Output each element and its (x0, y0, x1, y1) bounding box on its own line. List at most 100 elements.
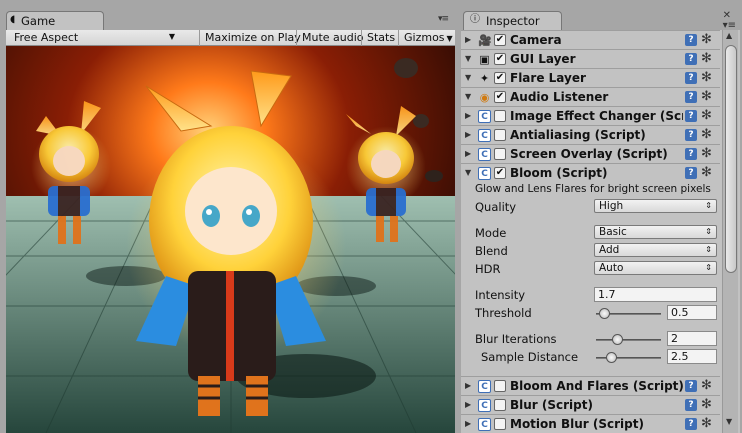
maximize-on-play-button[interactable]: Maximize on Play (199, 30, 301, 46)
audio-listener-icon: ◉ (479, 91, 490, 104)
inspector-body: ▶ 🎥 ✔ Camera ? ✻ ▼ ▣ ✔ GUI Layer ? ✻ ▼ ✦… (461, 30, 740, 433)
flare-layer-icon: ✦ (479, 72, 490, 85)
component-row-bloom[interactable]: ▼ C ✔ Bloom (Script) ? ✻ (461, 163, 720, 182)
dropdown-arrow-icon: ⇕ (705, 245, 712, 254)
component-row-screen-overlay[interactable]: ▶ C Screen Overlay (Script) ? ✻ (461, 144, 720, 163)
threshold-slider-thumb[interactable] (599, 308, 610, 319)
blur-iterations-slider-track[interactable] (596, 339, 661, 341)
game-tab-strip: ◖ Game ▾≡ (0, 0, 459, 30)
enabled-checkbox[interactable]: ✔ (494, 167, 506, 179)
component-name: Image Effect Changer (Scri (510, 109, 683, 123)
foldout-down-icon[interactable]: ▼ (465, 92, 471, 101)
inspector-scrollbar[interactable]: ▲ ▼ (722, 30, 738, 433)
enabled-checkbox[interactable]: ✔ (494, 53, 506, 65)
enabled-checkbox[interactable] (494, 129, 506, 141)
intensity-field[interactable]: 1.7 (594, 287, 717, 302)
inspector-tab-label: Inspector (486, 14, 540, 28)
enabled-checkbox[interactable] (494, 399, 506, 411)
panel-menu-icon[interactable]: ▾≡ (438, 14, 449, 24)
mode-label: Mode (475, 226, 507, 240)
gear-icon[interactable]: ✻ (701, 127, 712, 142)
enabled-checkbox[interactable]: ✔ (494, 34, 506, 46)
help-icon[interactable]: ? (685, 72, 697, 84)
component-row-bloom-and-flares[interactable]: ▶ C Bloom And Flares (Script) ? ✻ (461, 376, 720, 395)
gear-icon[interactable]: ✻ (701, 108, 712, 123)
sample-distance-field[interactable]: 2.5 (667, 349, 717, 364)
threshold-field[interactable]: 0.5 (667, 305, 717, 320)
component-row-camera[interactable]: ▶ 🎥 ✔ Camera ? ✻ (461, 30, 720, 49)
foldout-right-icon[interactable]: ▶ (465, 419, 471, 428)
enabled-checkbox[interactable]: ✔ (494, 91, 506, 103)
mute-audio-button[interactable]: Mute audio (296, 30, 364, 46)
mode-value: Basic (599, 226, 627, 238)
help-icon[interactable]: ? (685, 167, 697, 179)
enabled-checkbox[interactable] (494, 148, 506, 160)
gizmos-button[interactable]: Gizmos ▼ (398, 30, 455, 46)
game-scene (6, 46, 455, 433)
foldout-right-icon[interactable]: ▶ (465, 35, 471, 44)
gear-icon[interactable]: ✻ (701, 32, 712, 47)
component-name: Antialiasing (Script) (510, 128, 646, 142)
help-icon[interactable]: ? (685, 53, 697, 65)
help-icon[interactable]: ? (685, 418, 697, 430)
sample-distance-slider-thumb[interactable] (606, 352, 617, 363)
foldout-down-icon[interactable]: ▼ (465, 168, 471, 177)
help-icon[interactable]: ? (685, 399, 697, 411)
gear-icon[interactable]: ✻ (701, 397, 712, 412)
hdr-dropdown[interactable]: Auto ⇕ (594, 261, 717, 275)
dropdown-arrow-icon: ⇕ (705, 227, 712, 236)
blend-dropdown[interactable]: Add ⇕ (594, 243, 717, 257)
gear-icon[interactable]: ✻ (701, 70, 712, 85)
inspector-tab[interactable]: ⓘ Inspector (463, 11, 562, 30)
component-row-image-effect-changer[interactable]: ▶ C Image Effect Changer (Scri ? ✻ (461, 106, 720, 125)
blur-iterations-field[interactable]: 2 (667, 331, 717, 346)
foldout-right-icon[interactable]: ▶ (465, 149, 471, 158)
help-icon[interactable]: ? (685, 34, 697, 46)
component-row-flare-layer[interactable]: ▼ ✦ ✔ Flare Layer ? ✻ (461, 68, 720, 87)
enabled-checkbox[interactable] (494, 110, 506, 122)
component-row-audio-listener[interactable]: ▼ ◉ ✔ Audio Listener ? ✻ (461, 87, 720, 106)
component-row-blur[interactable]: ▶ C Blur (Script) ? ✻ (461, 395, 720, 414)
gear-icon[interactable]: ✻ (701, 378, 712, 393)
scroll-down-icon[interactable]: ▼ (726, 417, 732, 426)
enabled-checkbox[interactable] (494, 418, 506, 430)
help-icon[interactable]: ? (685, 380, 697, 392)
gear-icon[interactable]: ✻ (701, 416, 712, 431)
foldout-right-icon[interactable]: ▶ (465, 130, 471, 139)
foldout-right-icon[interactable]: ▶ (465, 111, 471, 120)
game-tab[interactable]: ◖ Game (6, 11, 104, 30)
foldout-down-icon[interactable]: ▼ (465, 54, 471, 63)
gear-icon[interactable]: ✻ (701, 165, 712, 180)
component-name: Bloom And Flares (Script) (510, 379, 683, 393)
script-icon: C (478, 110, 491, 123)
help-icon[interactable]: ? (685, 91, 697, 103)
dropdown-arrow-icon: ▼ (168, 32, 175, 41)
component-row-antialiasing[interactable]: ▶ C Antialiasing (Script) ? ✻ (461, 125, 720, 144)
mode-dropdown[interactable]: Basic ⇕ (594, 225, 717, 239)
quality-dropdown[interactable]: High ⇕ (594, 199, 717, 213)
inspector-info-icon: ⓘ (470, 14, 480, 25)
component-row-motion-blur[interactable]: ▶ C Motion Blur (Script) ? ✻ (461, 414, 720, 433)
aspect-dropdown[interactable]: Free Aspect ▼ (10, 30, 179, 46)
enabled-checkbox[interactable]: ✔ (494, 72, 506, 84)
foldout-right-icon[interactable]: ▶ (465, 381, 471, 390)
help-icon[interactable]: ? (685, 129, 697, 141)
enabled-checkbox[interactable] (494, 380, 506, 392)
pacman-game-icon: ◖ (10, 14, 16, 25)
component-name: Screen Overlay (Script) (510, 147, 668, 161)
gear-icon[interactable]: ✻ (701, 89, 712, 104)
stats-button[interactable]: Stats (361, 30, 398, 46)
help-icon[interactable]: ? (685, 148, 697, 160)
gui-layer-icon: ▣ (479, 53, 490, 66)
foldout-right-icon[interactable]: ▶ (465, 400, 471, 409)
gear-icon[interactable]: ✻ (701, 146, 712, 161)
foldout-down-icon[interactable]: ▼ (465, 73, 471, 82)
game-viewport[interactable] (6, 46, 455, 433)
scroll-up-icon[interactable]: ▲ (726, 31, 732, 40)
help-icon[interactable]: ? (685, 110, 697, 122)
gear-icon[interactable]: ✻ (701, 51, 712, 66)
blur-iterations-slider-thumb[interactable] (612, 334, 623, 345)
game-toolbar: Free Aspect ▼ Maximize on Play Mute audi… (6, 30, 455, 46)
scrollbar-thumb[interactable] (725, 45, 737, 273)
component-row-gui-layer[interactable]: ▼ ▣ ✔ GUI Layer ? ✻ (461, 49, 720, 68)
